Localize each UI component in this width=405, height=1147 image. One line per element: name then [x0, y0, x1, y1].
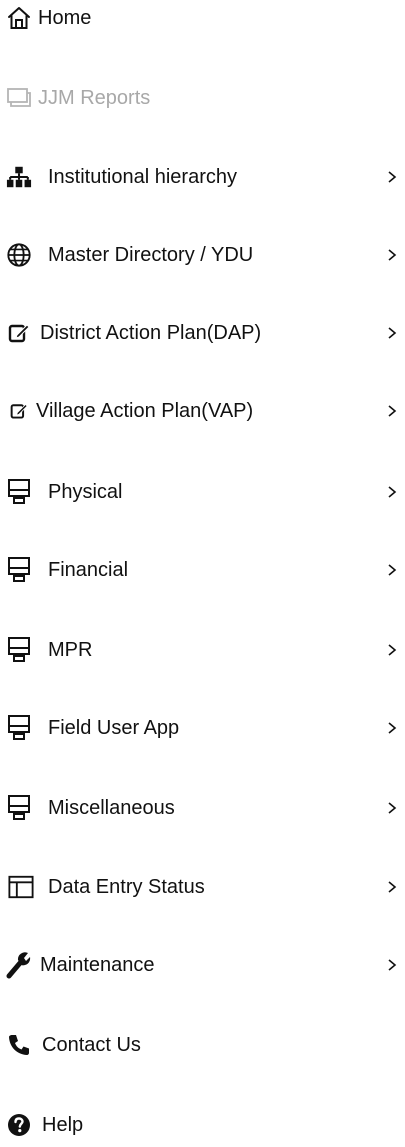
- chevron-right-icon: [388, 171, 397, 183]
- menu-item-contact-us[interactable]: Contact Us: [0, 1023, 405, 1067]
- phone-icon: [6, 1032, 32, 1058]
- menu-item-label: JJM Reports: [38, 87, 151, 109]
- menu-item-help[interactable]: Help: [0, 1103, 405, 1147]
- menu-item-label: Home: [38, 7, 92, 29]
- chevron-right-icon: [388, 644, 397, 656]
- menu-item-village-action-plan[interactable]: Village Action Plan(VAP): [0, 389, 405, 433]
- chevron-right-icon: [388, 722, 397, 734]
- menu-item-physical[interactable]: Physical: [0, 470, 405, 514]
- menu-item-label: MPR: [48, 639, 93, 661]
- menu-item-institutional-hierarchy[interactable]: Institutional hierarchy: [0, 155, 405, 199]
- menu-item-label: Institutional hierarchy: [48, 166, 237, 188]
- layout-table-icon: [8, 874, 34, 900]
- edit-icon: [6, 398, 32, 424]
- home-icon: [6, 5, 32, 31]
- sidebar-menu: Home JJM Reports Institutional hierarchy: [0, 0, 405, 1141]
- menu-item-label: Village Action Plan(VAP): [36, 400, 254, 422]
- desktop-icon: [6, 557, 32, 583]
- globe-icon: [6, 242, 32, 268]
- edit-icon: [6, 320, 32, 346]
- desktop-icon: [6, 479, 32, 505]
- menu-item-master-directory[interactable]: Master Directory / YDU: [0, 233, 405, 277]
- chevron-right-icon: [388, 802, 397, 814]
- chevron-right-icon: [388, 327, 397, 339]
- menu-item-miscellaneous[interactable]: Miscellaneous: [0, 786, 405, 830]
- monitor-outline-icon: [6, 85, 32, 111]
- help-circle-icon: [6, 1112, 32, 1138]
- menu-item-label: Financial: [48, 559, 129, 581]
- menu-item-financial[interactable]: Financial: [0, 548, 405, 592]
- desktop-icon: [6, 795, 32, 821]
- menu-item-district-action-plan[interactable]: District Action Plan(DAP): [0, 311, 405, 355]
- menu-item-data-entry-status[interactable]: Data Entry Status: [0, 865, 405, 909]
- chevron-right-icon: [388, 249, 397, 261]
- chevron-right-icon: [388, 881, 397, 893]
- sitemap-icon: [6, 164, 32, 190]
- chevron-right-icon: [388, 486, 397, 498]
- chevron-right-icon: [388, 564, 397, 576]
- menu-item-label: Physical: [48, 481, 123, 503]
- menu-item-label: Master Directory / YDU: [48, 244, 254, 266]
- chevron-right-icon: [388, 405, 397, 417]
- menu-item-mpr[interactable]: MPR: [0, 628, 405, 672]
- menu-item-label: Data Entry Status: [48, 876, 205, 898]
- menu-item-label: Contact Us: [42, 1034, 141, 1056]
- menu-item-maintenance[interactable]: Maintenance: [0, 943, 405, 987]
- menu-item-field-user-app[interactable]: Field User App: [0, 706, 405, 750]
- desktop-icon: [6, 715, 32, 741]
- menu-item-label: Field User App: [48, 717, 180, 739]
- desktop-icon: [6, 637, 32, 663]
- menu-item-label: Help: [42, 1114, 84, 1136]
- chevron-right-icon: [388, 959, 397, 971]
- wrench-icon: [6, 952, 32, 979]
- menu-item-jjm-reports[interactable]: JJM Reports: [0, 76, 405, 120]
- menu-item-home[interactable]: Home: [0, 0, 405, 40]
- menu-item-label: Maintenance: [40, 954, 155, 976]
- menu-item-label: Miscellaneous: [48, 797, 175, 819]
- menu-item-label: District Action Plan(DAP): [40, 322, 262, 344]
